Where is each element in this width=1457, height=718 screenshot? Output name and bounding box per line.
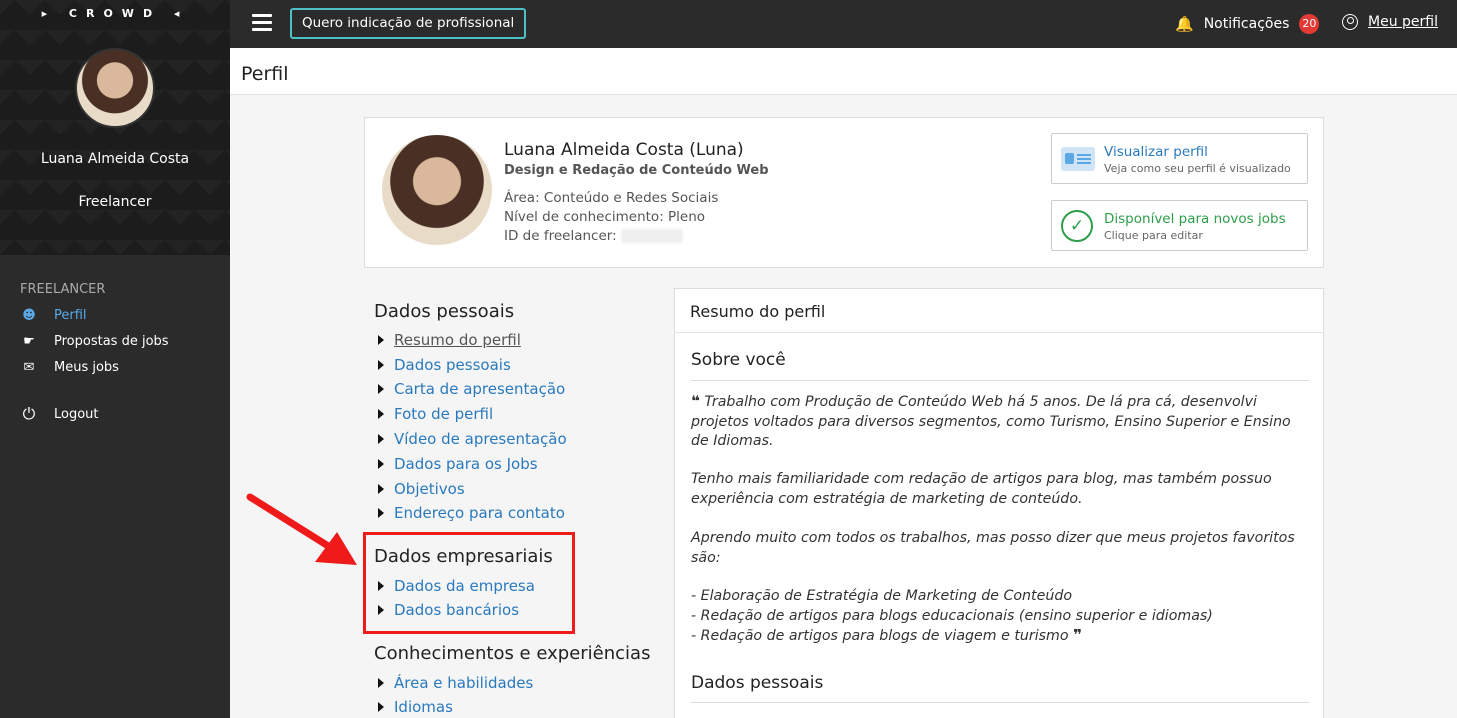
divider — [691, 702, 1309, 703]
section-title-personal: Dados pessoais — [374, 301, 515, 322]
link-resumo-perfil[interactable]: Resumo do perfil — [378, 331, 521, 349]
profile-photo — [382, 135, 492, 245]
profile-id-redacted — [620, 229, 683, 243]
top-bar: Quero indicação de profissional 🔔 Notifi… — [230, 0, 1457, 48]
page-title: Perfil — [241, 63, 289, 85]
sidebar-item-meus-jobs[interactable]: ✉ Meus jobs — [20, 359, 119, 375]
notifications-button[interactable]: 🔔 Notificações 20 — [1175, 14, 1320, 34]
annotation-arrow-icon — [246, 493, 357, 565]
sidebar-item-perfil[interactable]: ☻ Perfil — [20, 307, 87, 323]
sidebar-item-label: Perfil — [54, 307, 87, 323]
profile-level: Nível de conhecimento: Pleno — [504, 209, 706, 225]
sidebar-user-name: Luana Almeida Costa — [40, 151, 190, 167]
sidebar-section-label: FREELANCER — [20, 282, 106, 297]
sidebar-item-propostas[interactable]: ☛ Propostas de jobs — [20, 333, 169, 349]
sidebar: ▸ CROWD ◂ Luana Almeida Costa Freelancer… — [0, 0, 230, 718]
profile-area: Área: Conteúdo e Redes Sociais — [504, 190, 719, 206]
notifications-count-badge: 20 — [1299, 14, 1320, 34]
divider — [691, 380, 1309, 381]
link-objetivos[interactable]: Objetivos — [378, 480, 465, 498]
about-paragraph-1: ❝ Trabalho com Produção de Conteúdo Web … — [691, 392, 1311, 452]
favorite-project-3-text: - Redação de artigos para blogs de viage… — [691, 628, 1069, 644]
menu-icon[interactable] — [252, 14, 272, 32]
link-carta-apresentacao[interactable]: Carta de apresentação — [378, 380, 565, 398]
favorite-project-1: - Elaboração de Estratégia de Marketing … — [691, 588, 1073, 604]
about-paragraph-3: Aprendo muito com todos os trabalhos, ma… — [691, 530, 1295, 566]
profile-id: ID de freelancer: — [504, 228, 683, 244]
view-profile-subtitle: Veja como seu perfil é visualizado — [1104, 162, 1291, 175]
availability-button[interactable]: ✓ Disponível para novos jobs Clique para… — [1051, 200, 1308, 251]
about-paragraph-2: Tenho mais familiaridade com redação de … — [691, 471, 1272, 507]
profile-id-label: ID de freelancer: — [504, 228, 617, 244]
chat-icon: ✉ — [23, 359, 35, 375]
view-profile-button[interactable]: Visualizar perfil Veja como seu perfil é… — [1051, 133, 1308, 184]
availability-title: Disponível para novos jobs — [1104, 211, 1286, 227]
link-idiomas[interactable]: Idiomas — [378, 698, 453, 716]
my-profile-label: Meu perfil — [1368, 14, 1438, 30]
favorite-project-2: - Redação de artigos para blogs educacio… — [691, 608, 1213, 624]
availability-subtitle: Clique para editar — [1104, 229, 1203, 242]
check-circle-icon: ✓ — [1061, 210, 1093, 242]
handshake-icon: ☛ — [23, 333, 35, 349]
page-header: Perfil — [230, 48, 1457, 95]
profile-name: Luana Almeida Costa (Luna) — [504, 140, 744, 160]
close-quote-icon: ❞ — [1073, 626, 1082, 644]
personal-data-title: Dados pessoais — [691, 673, 824, 693]
bell-icon: 🔔 — [1175, 15, 1194, 33]
about-title: Sobre você — [691, 350, 786, 370]
profile-card: Luana Almeida Costa (Luna) Design e Reda… — [364, 117, 1324, 268]
sidebar-item-label: Meus jobs — [54, 359, 119, 375]
person-icon: ☻ — [22, 307, 36, 323]
panel-title: Resumo do perfil — [675, 289, 1323, 333]
my-profile-link[interactable]: Meu perfil — [1342, 14, 1438, 30]
avatar — [75, 48, 155, 128]
open-quote-icon: ❝ — [691, 392, 700, 410]
favorite-project-3: - Redação de artigos para blogs de viage… — [691, 626, 1311, 647]
link-dados-pessoais[interactable]: Dados pessoais — [378, 356, 511, 374]
sidebar-item-logout[interactable]: ⏻ Logout — [20, 404, 99, 423]
request-professional-button[interactable]: Quero indicação de profissional — [290, 8, 527, 39]
sidebar-item-label: Logout — [54, 406, 99, 422]
about-text-1: Trabalho com Produção de Conteúdo Web há… — [691, 394, 1291, 449]
sidebar-profile-area: ▸ CROWD ◂ Luana Almeida Costa Freelancer — [0, 0, 230, 255]
id-card-icon — [1061, 147, 1095, 171]
link-foto-perfil[interactable]: Foto de perfil — [378, 405, 493, 423]
notifications-label: Notificações — [1203, 16, 1290, 32]
profile-summary-panel: Resumo do perfil Sobre você ❝ Trabalho c… — [674, 288, 1324, 718]
user-circle-icon — [1342, 14, 1358, 30]
link-video-apresentacao[interactable]: Vídeo de apresentação — [378, 430, 567, 448]
power-icon: ⏻ — [22, 404, 36, 423]
sidebar-user-role: Freelancer — [78, 194, 152, 210]
link-area-habilidades[interactable]: Área e habilidades — [378, 674, 533, 692]
sidebar-item-label: Propostas de jobs — [54, 333, 169, 349]
profile-subtitle: Design e Redação de Conteúdo Web — [504, 163, 769, 178]
view-profile-title: Visualizar perfil — [1104, 144, 1208, 160]
link-dados-jobs[interactable]: Dados para os Jobs — [378, 455, 538, 473]
highlight-box — [363, 532, 575, 634]
link-endereco-contato[interactable]: Endereço para contato — [378, 504, 565, 522]
section-title-knowledge: Conhecimentos e experiências — [374, 643, 651, 664]
crowd-logo[interactable]: ▸ CROWD ◂ — [0, 7, 230, 20]
